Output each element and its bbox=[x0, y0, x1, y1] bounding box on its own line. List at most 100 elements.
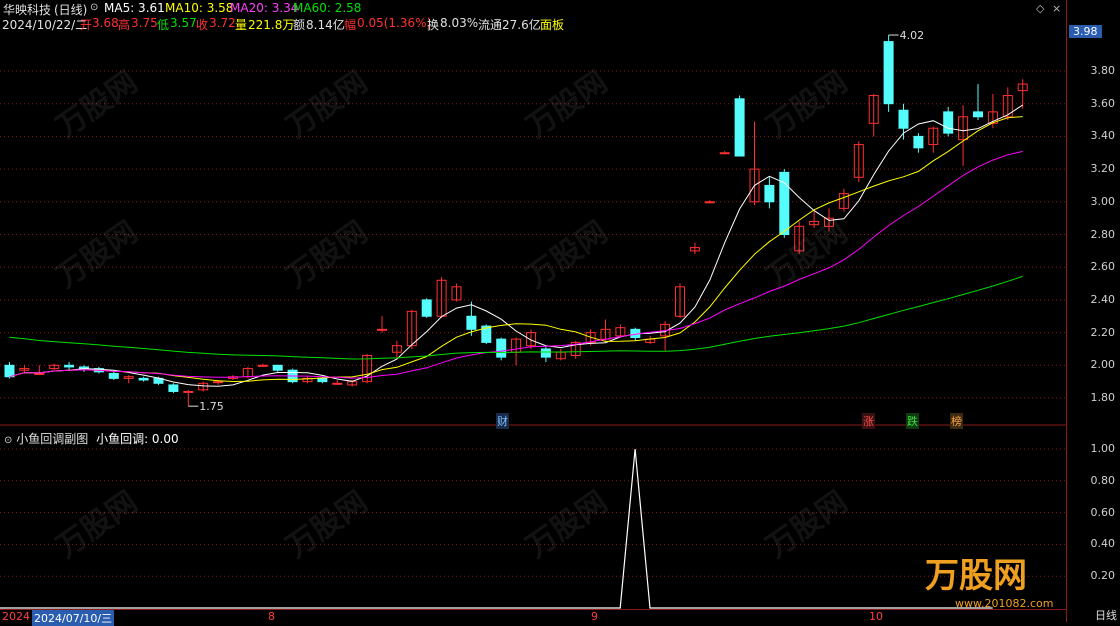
candle bbox=[168, 383, 179, 394]
candle bbox=[1017, 79, 1028, 109]
candle bbox=[302, 376, 313, 384]
quote-info-bar: 2024/10/22/二 开 3.68 高 3.75 低 3.57 收 3.72… bbox=[0, 16, 1066, 32]
kline-chart[interactable]: 4.021.75 bbox=[0, 0, 1066, 430]
candle-body bbox=[34, 372, 45, 375]
site-logo: 万股网 www.201082.com bbox=[925, 548, 1053, 610]
candle-body bbox=[183, 390, 194, 393]
amount-value: 8.14亿 bbox=[306, 18, 345, 32]
sub-indicator-name[interactable]: 小鱼回调副图 bbox=[16, 432, 88, 446]
candle bbox=[391, 340, 402, 358]
price-axis-tick: 2.60 bbox=[1090, 260, 1116, 274]
finance-marker[interactable]: 财 bbox=[496, 413, 509, 429]
close-icon[interactable]: × bbox=[1052, 2, 1061, 15]
price-axis-tick: 1.80 bbox=[1090, 391, 1116, 404]
dropdown-icon[interactable]: ⊙ bbox=[90, 2, 98, 13]
candle-body bbox=[168, 384, 179, 392]
candle bbox=[421, 298, 432, 318]
amount-label: 额 bbox=[293, 18, 306, 32]
candle bbox=[540, 345, 551, 363]
candle bbox=[645, 335, 656, 345]
candle-body bbox=[272, 364, 283, 371]
candle-body bbox=[540, 348, 551, 358]
candle-body bbox=[764, 184, 775, 203]
date-label-oct: 10 bbox=[869, 610, 883, 623]
sub-indicator-value: 小鱼回调: 0.00 bbox=[96, 432, 179, 446]
volume-value: 221.8万 bbox=[248, 18, 295, 32]
candle bbox=[689, 242, 700, 255]
billboard-marker[interactable]: 榜 bbox=[950, 413, 963, 429]
candle bbox=[526, 329, 536, 349]
price-axis-tick: 2.40 bbox=[1090, 292, 1116, 306]
open-value: 3.68 bbox=[92, 16, 119, 30]
candle bbox=[779, 169, 790, 238]
sub-axis-tick: 0.40 bbox=[1090, 537, 1116, 551]
candle bbox=[838, 188, 849, 212]
candle bbox=[719, 151, 730, 155]
limit-down-marker[interactable]: 跌 bbox=[906, 413, 919, 429]
candle bbox=[198, 381, 209, 392]
dropdown-icon[interactable]: ⊙ bbox=[4, 435, 12, 446]
quote-date: 2024/10/22/二 bbox=[2, 18, 88, 32]
candle-body bbox=[734, 98, 745, 157]
candle bbox=[675, 283, 685, 318]
candle bbox=[34, 365, 45, 376]
candle bbox=[64, 362, 75, 371]
close-label: 收 bbox=[196, 18, 209, 32]
limit-up-marker[interactable]: 涨 bbox=[862, 413, 875, 429]
price-axis-tick: 3.00 bbox=[1090, 194, 1116, 208]
sub-chart-title-bar: ⊙ 小鱼回调副图 小鱼回调: 0.00 bbox=[4, 430, 179, 447]
price-axis-tick: 3.60 bbox=[1090, 96, 1116, 110]
candle bbox=[138, 376, 149, 382]
sub-axis-tick: 1.00 bbox=[1090, 442, 1116, 455]
candle bbox=[406, 309, 417, 349]
change-label: 幅 bbox=[344, 18, 357, 32]
close-value: 3.72 bbox=[209, 16, 236, 30]
candle bbox=[868, 93, 879, 137]
date-axis: 2024 2024/07/10/三 8 9 10 bbox=[0, 609, 1066, 626]
candle bbox=[123, 375, 134, 384]
candle bbox=[615, 324, 626, 338]
candle bbox=[883, 35, 894, 112]
candle bbox=[451, 283, 462, 302]
candle-body bbox=[883, 41, 894, 105]
panel-button[interactable]: 面板 bbox=[540, 16, 564, 33]
date-label-start: 2024 bbox=[2, 610, 30, 623]
candle-body bbox=[466, 315, 477, 330]
price-axis: 3.98 3.80 3.60 3.40 3.20 3.00 2.80 2.60 2.40 2.2… bbox=[1066, 0, 1120, 622]
candle bbox=[704, 200, 715, 204]
turnover-label: 换 bbox=[427, 18, 440, 32]
ma10-value: MA10: 3.58 bbox=[165, 1, 234, 15]
diamond-icon[interactable]: ◇ bbox=[1036, 2, 1044, 15]
price-axis-tick: 2.80 bbox=[1090, 227, 1116, 241]
candle bbox=[436, 277, 447, 318]
candle bbox=[928, 126, 939, 153]
candle-body bbox=[317, 377, 328, 383]
candle-body bbox=[377, 328, 387, 331]
candle-body bbox=[496, 338, 507, 358]
candle-body bbox=[943, 111, 954, 134]
candle bbox=[660, 321, 671, 351]
candle bbox=[108, 371, 119, 381]
candle-body bbox=[973, 111, 983, 118]
date-label-sep: 9 bbox=[591, 610, 598, 623]
candle bbox=[183, 389, 194, 407]
change-value: 0.05(1.36%) bbox=[357, 16, 432, 30]
candle-body bbox=[704, 201, 715, 204]
candle-body bbox=[898, 109, 909, 129]
candle bbox=[973, 84, 983, 121]
candle-body bbox=[257, 364, 268, 367]
price-axis-tick: 3.40 bbox=[1090, 129, 1116, 143]
candle-body bbox=[421, 299, 432, 317]
high-label: 高 bbox=[118, 18, 131, 32]
candle bbox=[49, 363, 60, 371]
candle bbox=[898, 103, 909, 140]
low-price-label: 1.75 bbox=[199, 400, 224, 413]
sub-axis-tick: 0.60 bbox=[1090, 505, 1116, 519]
candle bbox=[913, 133, 924, 153]
logo-text: 万股网 bbox=[925, 556, 1027, 596]
candle bbox=[600, 319, 611, 341]
candle bbox=[496, 337, 507, 361]
period-switch[interactable]: 日线 bbox=[1095, 607, 1117, 623]
price-axis-tick: 3.20 bbox=[1090, 162, 1116, 176]
candle-body bbox=[913, 135, 924, 149]
